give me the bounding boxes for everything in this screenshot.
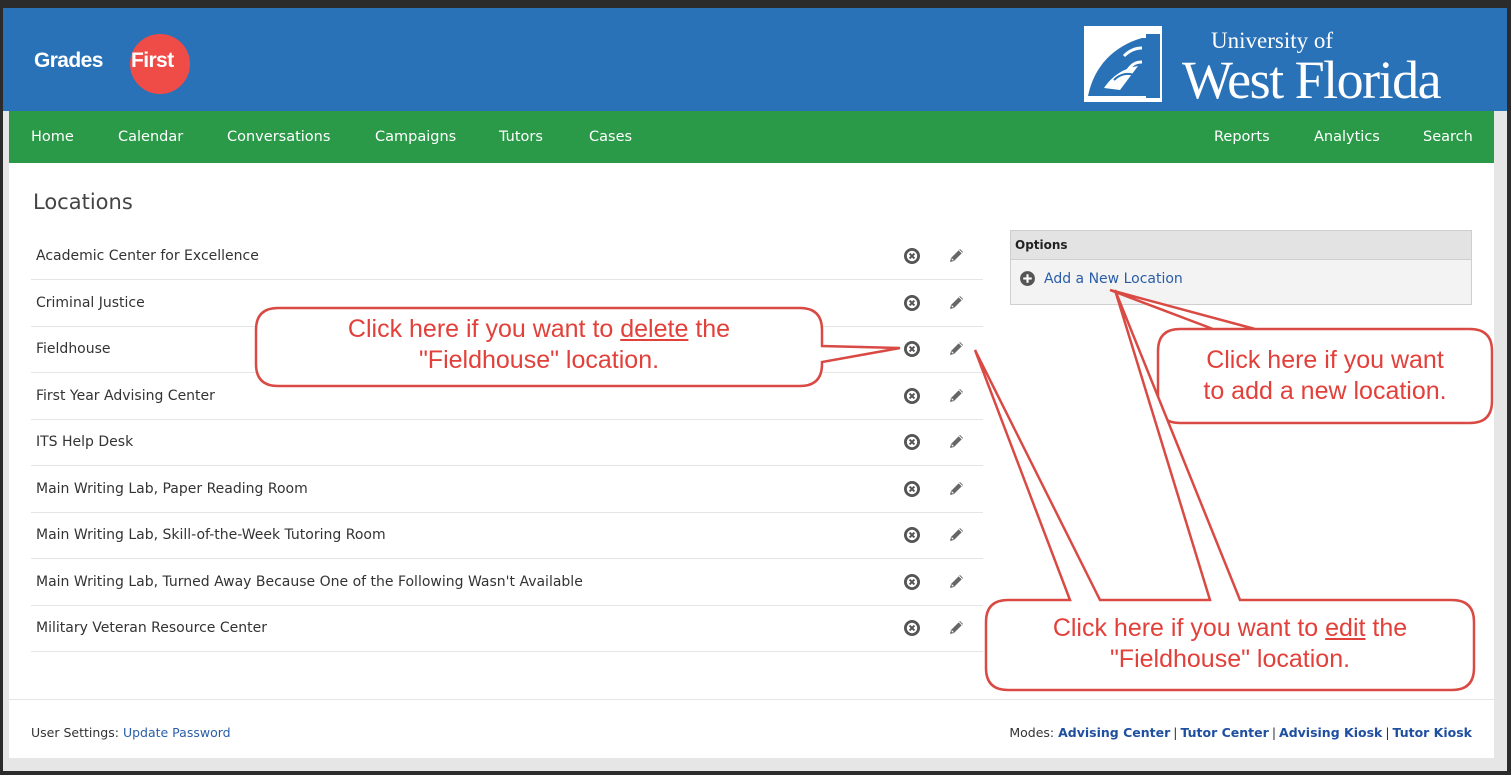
modes-label: Modes: xyxy=(1009,725,1055,740)
location-name[interactable]: Criminal Justice xyxy=(36,280,145,326)
main-nav: Home Calendar Conversations Campaigns Tu… xyxy=(9,111,1494,163)
plus-circle-icon xyxy=(1020,271,1035,286)
window-frame-left xyxy=(0,0,3,775)
circle-x-icon[interactable] xyxy=(903,247,921,265)
location-name[interactable]: ITS Help Desk xyxy=(36,419,133,465)
footer-divider xyxy=(9,699,1494,700)
mode-separator: | xyxy=(1385,725,1390,740)
footer-modes: Modes: Advising Center | Tutor Center | Advi… xyxy=(1009,725,1472,740)
mode-separator: | xyxy=(1173,725,1178,740)
logo-grades-text: Grades xyxy=(34,49,103,72)
options-panel: Options Add a New Location xyxy=(1010,230,1472,305)
site-header: Grades First University of West Florida xyxy=(3,8,1507,111)
edit-callout-line2: "Fieldhouse" location. xyxy=(1109,645,1351,673)
add-callout-line2: to add a new location. xyxy=(1203,377,1447,405)
mode-separator: | xyxy=(1271,725,1277,740)
nav-analytics[interactable]: Analytics xyxy=(1314,111,1380,163)
table-row: First Year Advising Center xyxy=(31,373,983,420)
footer-user-settings: User Settings: Update Password xyxy=(31,725,231,740)
circle-x-icon[interactable] xyxy=(903,387,921,405)
location-name[interactable]: Fieldhouse xyxy=(36,326,111,372)
circle-x-icon[interactable] xyxy=(903,526,921,544)
nav-search[interactable]: Search xyxy=(1423,111,1473,163)
location-name[interactable]: Military Veteran Resource Center xyxy=(36,605,267,651)
nav-cases[interactable]: Cases xyxy=(589,111,632,163)
pencil-icon[interactable] xyxy=(947,479,966,498)
location-name[interactable]: Academic Center for Excellence xyxy=(36,233,259,279)
location-name[interactable]: Main Writing Lab, Paper Reading Room xyxy=(36,466,308,512)
university-logo: University of West Florida xyxy=(1084,26,1484,110)
pencil-icon[interactable] xyxy=(947,386,966,405)
circle-x-icon[interactable] xyxy=(903,480,921,498)
window-frame-right xyxy=(1507,0,1511,775)
page-title: Locations xyxy=(33,190,133,214)
nav-home[interactable]: Home xyxy=(31,111,74,163)
delete-callout-line2: "Fieldhouse" location. xyxy=(418,346,660,374)
delete-callout-post: the xyxy=(688,315,731,343)
mode-tutor-center[interactable]: Tutor Center xyxy=(1181,725,1269,740)
logo-first-text: First xyxy=(131,49,174,72)
add-callout-line1: Click here if you want xyxy=(1206,346,1444,374)
add-callout-text: Click here if you want to add a new loca… xyxy=(1158,345,1492,407)
table-row: ITS Help Desk xyxy=(31,419,983,466)
nav-reports[interactable]: Reports xyxy=(1214,111,1270,163)
table-row: Military Veteran Resource Center xyxy=(31,605,983,652)
pencil-icon[interactable] xyxy=(947,246,966,265)
location-name[interactable]: First Year Advising Center xyxy=(36,373,215,419)
circle-x-icon[interactable] xyxy=(903,294,921,312)
gradesfirst-logo[interactable]: Grades First xyxy=(34,34,194,94)
nautilus-shell-icon xyxy=(1084,26,1162,102)
edit-callout-post: the xyxy=(1365,614,1408,642)
delete-callout-pre: Click here if you want to xyxy=(347,315,621,343)
table-row: Main Writing Lab, Turned Away Because On… xyxy=(31,559,983,606)
window-frame-bottom xyxy=(0,771,1511,775)
edit-callout-text: Click here if you want to edit the "Fiel… xyxy=(986,613,1474,675)
table-row: Academic Center for Excellence xyxy=(31,233,983,280)
circle-x-icon[interactable] xyxy=(903,340,921,358)
circle-x-icon[interactable] xyxy=(903,619,921,637)
delete-callout-em: delete xyxy=(620,315,689,343)
location-name[interactable]: Main Writing Lab, Skill-of-the-Week Tuto… xyxy=(36,512,386,558)
nav-conversations[interactable]: Conversations xyxy=(227,111,330,163)
update-password-link[interactable]: Update Password xyxy=(123,725,231,740)
pencil-icon[interactable] xyxy=(947,572,966,591)
edit-callout-em: edit xyxy=(1325,614,1366,642)
west-florida-text: West Florida xyxy=(1182,50,1442,110)
nav-campaigns[interactable]: Campaigns xyxy=(375,111,456,163)
pencil-icon[interactable] xyxy=(947,618,966,637)
mode-advising-center[interactable]: Advising Center xyxy=(1058,725,1170,740)
user-settings-label: User Settings: xyxy=(31,725,119,740)
pencil-icon[interactable] xyxy=(947,432,966,451)
table-row: Main Writing Lab, Skill-of-the-Week Tuto… xyxy=(31,512,983,559)
window-frame-top xyxy=(0,0,1511,8)
delete-callout-text: Click here if you want to delete the "Fi… xyxy=(256,314,822,376)
nav-tutors[interactable]: Tutors xyxy=(499,111,543,163)
mode-advising-kiosk[interactable]: Advising Kiosk xyxy=(1279,725,1382,740)
nav-calendar[interactable]: Calendar xyxy=(118,111,183,163)
options-title: Options xyxy=(1011,231,1471,260)
add-location-label: Add a New Location xyxy=(1044,271,1183,287)
location-name[interactable]: Main Writing Lab, Turned Away Because On… xyxy=(36,559,583,605)
pencil-icon[interactable] xyxy=(947,339,966,358)
pencil-icon[interactable] xyxy=(947,293,966,312)
circle-x-icon[interactable] xyxy=(903,573,921,591)
pencil-icon[interactable] xyxy=(947,525,966,544)
edit-callout-pre: Click here if you want to xyxy=(1052,614,1326,642)
circle-x-icon[interactable] xyxy=(903,433,921,451)
table-row: Main Writing Lab, Paper Reading Room xyxy=(31,466,983,513)
mode-tutor-kiosk[interactable]: Tutor Kiosk xyxy=(1393,725,1472,740)
